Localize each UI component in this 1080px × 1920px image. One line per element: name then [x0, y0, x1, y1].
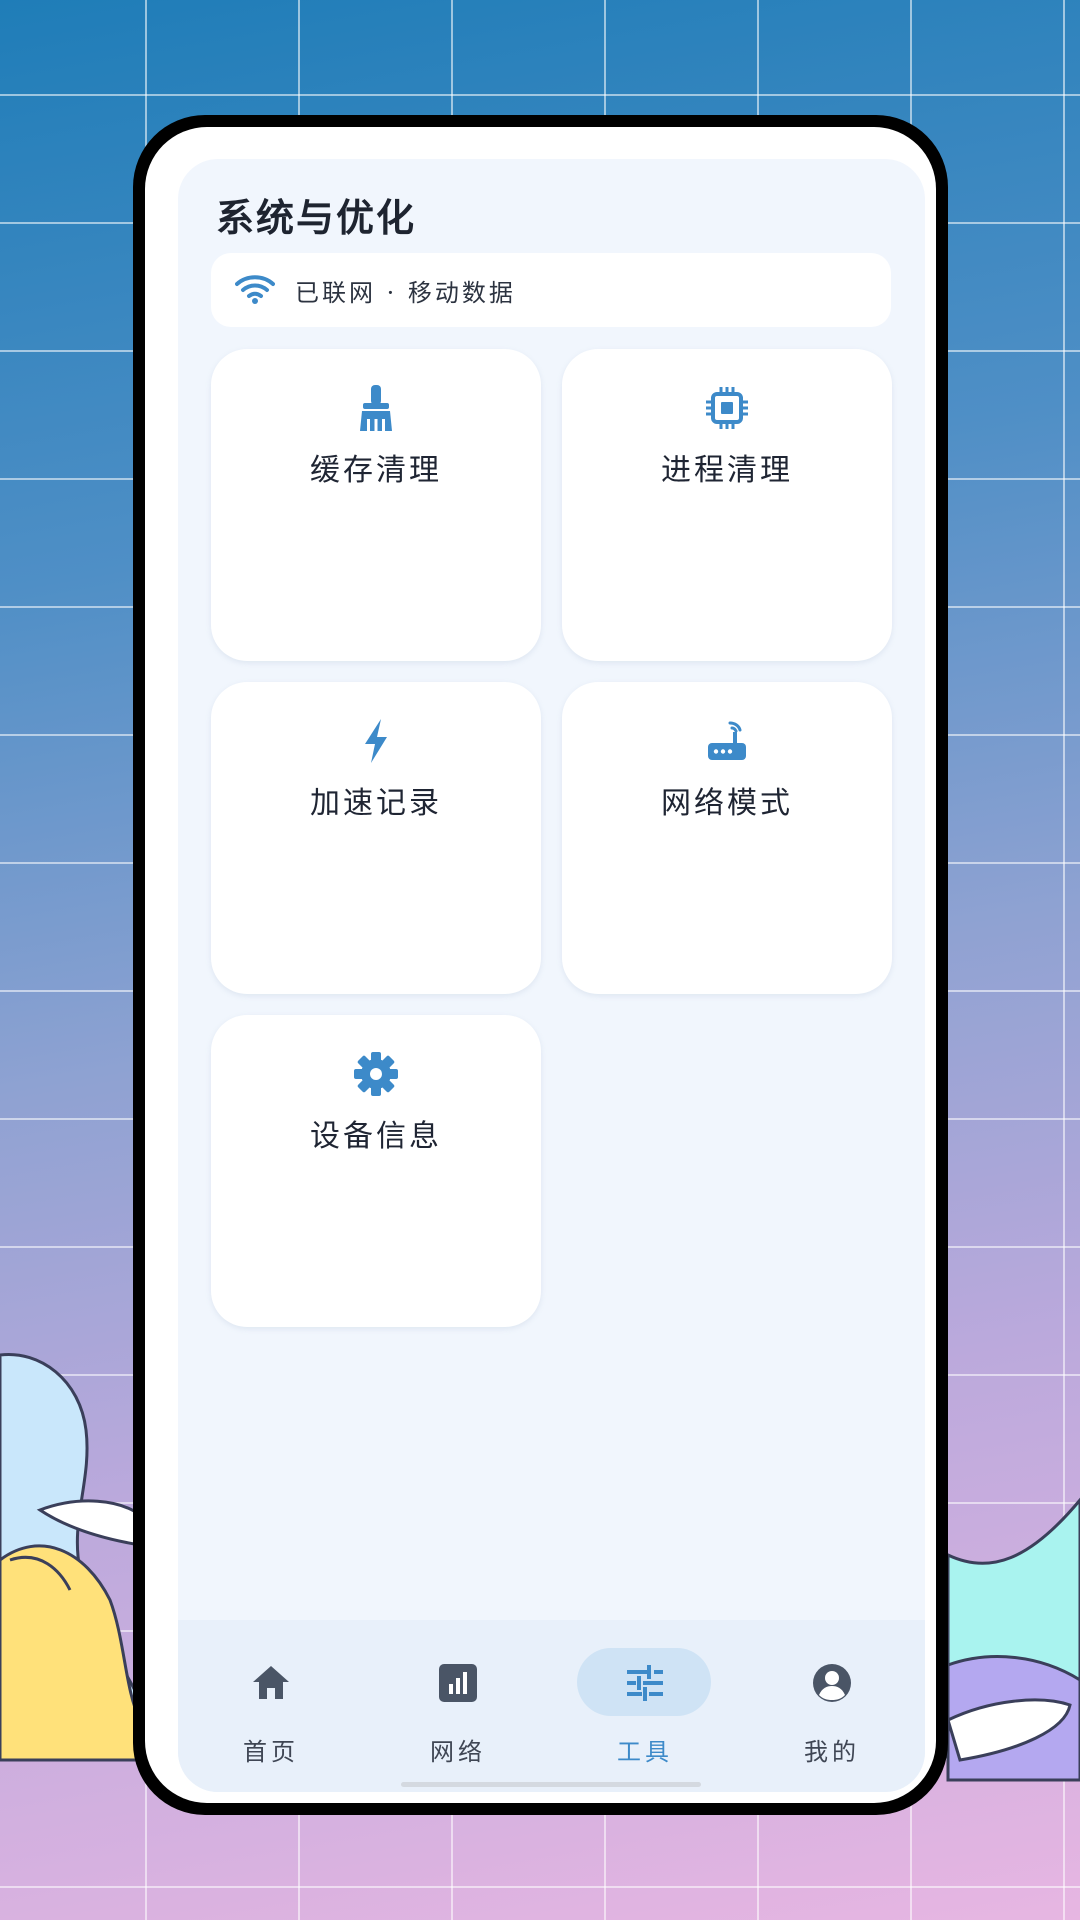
- home-icon: [253, 1666, 289, 1699]
- tool-label: 加速记录: [310, 786, 442, 821]
- app-screen: 系统与优化 已联网 · 移动数据 缓存清理 进程清理 加速记录 网络模式 设备信…: [178, 159, 925, 1792]
- nav-label: 首页: [243, 1738, 299, 1766]
- nav-item-profile[interactable]: 我的: [739, 1620, 925, 1792]
- gear-icon: [354, 1052, 398, 1096]
- bottom-navigation: 首页 网络 工具 我的: [178, 1620, 925, 1792]
- tool-tile-process-clean[interactable]: 进程清理: [562, 349, 892, 661]
- wifi-icon: [235, 275, 275, 304]
- tool-label: 网络模式: [661, 786, 793, 821]
- lightning-bolt-icon: [365, 719, 387, 763]
- nav-label: 工具: [617, 1738, 673, 1766]
- tool-tile-network-mode[interactable]: 网络模式: [562, 682, 892, 994]
- sliders-icon: [627, 1665, 663, 1701]
- account-circle-icon: [813, 1664, 851, 1702]
- network-status-text: 已联网 · 移动数据: [295, 278, 516, 307]
- nav-label: 我的: [804, 1738, 860, 1766]
- nav-label: 网络: [430, 1738, 486, 1766]
- phone-frame: 系统与优化 已联网 · 移动数据 缓存清理 进程清理 加速记录 网络模式 设备信…: [133, 115, 948, 1815]
- cpu-chip-icon: [706, 387, 748, 429]
- broom-icon: [360, 385, 392, 431]
- phone-bezel: 系统与优化 已联网 · 移动数据 缓存清理 进程清理 加速记录 网络模式 设备信…: [145, 127, 936, 1803]
- router-icon: [708, 721, 746, 760]
- signal-bars-icon: [439, 1664, 477, 1702]
- nav-item-tools[interactable]: 工具: [552, 1620, 738, 1792]
- nav-item-home[interactable]: 首页: [178, 1620, 364, 1792]
- home-indicator-bar[interactable]: [401, 1782, 701, 1787]
- network-status-card: 已联网 · 移动数据: [211, 253, 891, 327]
- tool-tile-cache-clean[interactable]: 缓存清理: [211, 349, 541, 661]
- tool-label: 进程清理: [661, 453, 793, 488]
- tool-tile-boost-records[interactable]: 加速记录: [211, 682, 541, 994]
- nav-item-network[interactable]: 网络: [365, 1620, 551, 1792]
- page-title: 系统与优化: [216, 195, 417, 240]
- tool-label: 缓存清理: [310, 453, 442, 488]
- tool-tile-device-info[interactable]: 设备信息: [211, 1015, 541, 1327]
- tool-label: 设备信息: [310, 1119, 442, 1154]
